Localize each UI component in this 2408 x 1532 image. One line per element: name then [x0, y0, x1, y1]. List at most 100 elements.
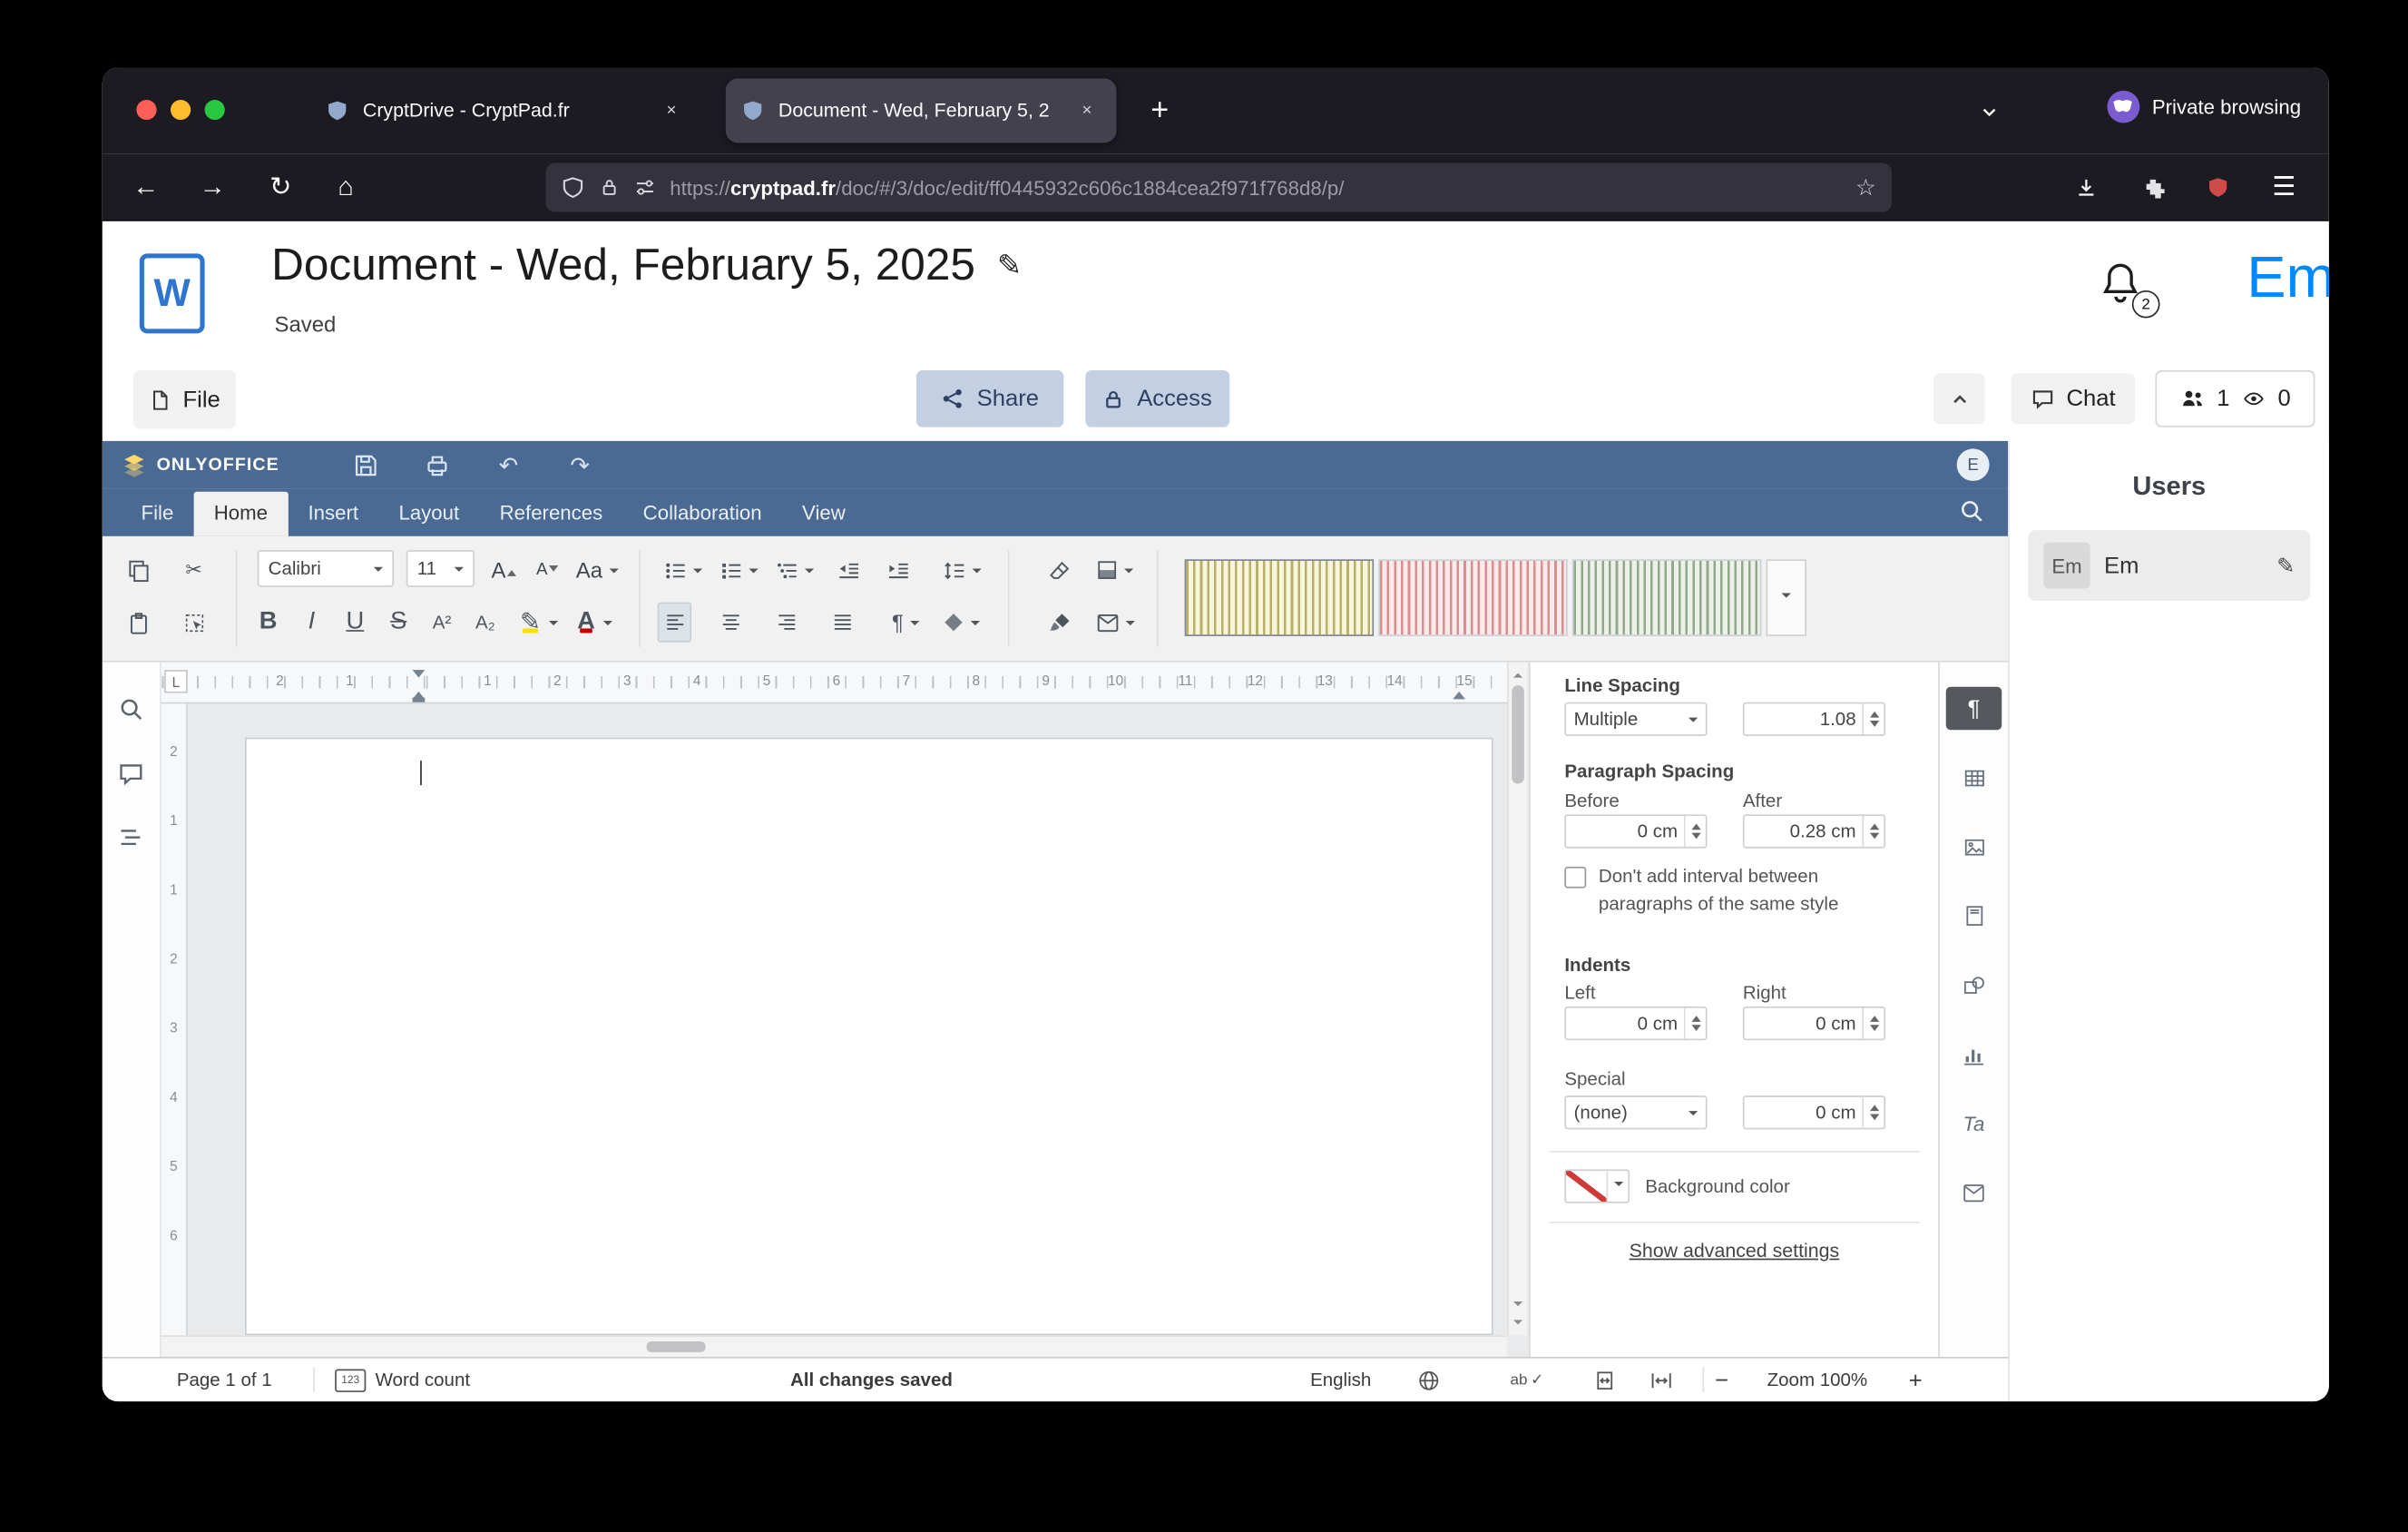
find-icon[interactable] — [114, 692, 149, 725]
chart-settings-icon[interactable] — [1946, 1033, 2002, 1075]
set-language-globe-icon[interactable] — [1417, 1359, 1441, 1401]
show-advanced-settings-link[interactable]: Show advanced settings — [1531, 1240, 1938, 1262]
undo-button[interactable]: ↶ — [490, 447, 527, 485]
indent-right-spinner[interactable]: 0 cm — [1743, 1007, 1885, 1040]
permissions-icon[interactable] — [634, 177, 656, 199]
style-preview-2[interactable] — [1378, 559, 1567, 636]
redo-button[interactable]: ↷ — [562, 447, 599, 485]
spinner-arrows[interactable] — [1862, 816, 1884, 847]
minimize-window-button[interactable] — [171, 100, 191, 120]
page-indicator[interactable]: Page 1 of 1 — [177, 1359, 272, 1401]
style-preview-1[interactable] — [1185, 559, 1374, 636]
account-avatar[interactable]: Em — [2246, 246, 2329, 312]
new-tab-button[interactable]: + — [1138, 89, 1181, 132]
zoom-in-button[interactable]: + — [1909, 1359, 1923, 1401]
cut-button[interactable]: ✂ — [177, 550, 211, 590]
mail-merge-button[interactable] — [1091, 603, 1138, 643]
spinner-arrows[interactable] — [1684, 816, 1706, 847]
reload-button[interactable]: ↻ — [258, 164, 304, 211]
back-button[interactable]: ← — [122, 164, 169, 211]
change-case-button[interactable]: Aa — [573, 550, 620, 590]
increase-indent-button[interactable] — [881, 550, 915, 590]
print-button[interactable] — [418, 447, 455, 485]
no-interval-checkbox[interactable] — [1564, 867, 1586, 889]
font-color-button[interactable]: A — [571, 603, 617, 643]
menu-references[interactable]: References — [479, 492, 622, 536]
document-page[interactable] — [245, 738, 1493, 1336]
bookmark-star-icon[interactable]: ☆ — [1855, 173, 1876, 201]
first-line-indent-marker[interactable] — [413, 670, 426, 683]
extensions-icon[interactable] — [2129, 164, 2175, 211]
paragraph-settings-icon[interactable]: ¶ — [1946, 687, 2002, 730]
spacing-after-spinner[interactable]: 0.28 cm — [1743, 814, 1885, 848]
navigation-icon[interactable] — [114, 820, 149, 854]
vertical-scrollbar[interactable] — [1507, 663, 1527, 1336]
spinner-arrows[interactable] — [1862, 703, 1884, 734]
close-tab-icon[interactable]: × — [658, 97, 686, 124]
scroll-up-arrow[interactable] — [1513, 668, 1522, 677]
paste-button[interactable] — [121, 603, 155, 643]
styles-gallery-expand-button[interactable] — [1766, 559, 1806, 636]
downloads-icon[interactable] — [2062, 164, 2109, 211]
line-spacing-amount-spinner[interactable]: 1.08 — [1743, 702, 1885, 736]
numbered-list-button[interactable] — [717, 550, 760, 590]
font-size-select[interactable]: 11 — [406, 550, 475, 587]
horizontal-ruler[interactable]: L 21 123456789101112131415 — [162, 663, 1507, 704]
spinner-arrows[interactable] — [1862, 1008, 1884, 1039]
word-count-button[interactable]: 123 Word count — [335, 1359, 470, 1401]
right-indent-marker[interactable] — [1453, 685, 1465, 699]
rename-pencil-icon[interactable]: ✎ — [997, 249, 1022, 284]
shape-settings-icon[interactable] — [1946, 964, 2002, 1007]
editor-user-avatar[interactable]: E — [1957, 448, 1990, 481]
participants-button[interactable]: 1 0 — [2155, 370, 2315, 427]
left-margin-marker[interactable] — [413, 698, 426, 702]
bold-button[interactable]: B — [251, 603, 286, 643]
app-menu-icon[interactable]: ☰ — [2261, 164, 2307, 211]
align-right-button[interactable] — [769, 603, 804, 643]
paragraph-shading-button[interactable] — [940, 603, 984, 643]
notifications-bell-icon[interactable]: 2 — [2100, 261, 2149, 314]
mail-merge-settings-icon[interactable] — [1946, 1171, 2002, 1213]
tracking-shield-icon[interactable] — [562, 176, 585, 199]
maximize-window-button[interactable] — [205, 100, 225, 120]
horizontal-scroll-thumb[interactable] — [647, 1341, 706, 1352]
align-left-button[interactable] — [658, 603, 692, 643]
tab-selector[interactable]: L — [164, 670, 188, 692]
lock-icon[interactable] — [599, 177, 621, 199]
zoom-level[interactable]: Zoom 100% — [1767, 1359, 1868, 1401]
clear-style-button[interactable] — [1042, 550, 1076, 590]
table-settings-icon[interactable] — [1946, 756, 2002, 799]
increase-font-button[interactable]: A — [487, 550, 522, 590]
line-spacing-button[interactable] — [940, 550, 984, 590]
ublock-icon[interactable] — [2194, 164, 2240, 211]
tab-document[interactable]: Document - Wed, February 5, 2 × — [726, 78, 1117, 142]
text-art-settings-icon[interactable]: Ta — [1946, 1102, 2002, 1144]
list-tabs-chevron-icon[interactable] — [1969, 93, 2009, 133]
decrease-indent-button[interactable] — [831, 550, 866, 590]
special-select[interactable]: (none) — [1564, 1095, 1707, 1129]
edit-name-pencil-icon[interactable]: ✎ — [2276, 553, 2295, 579]
menu-insert[interactable]: Insert — [288, 492, 378, 536]
user-list-item[interactable]: Em Em ✎ — [2028, 530, 2310, 601]
decrease-font-button[interactable]: A — [530, 550, 564, 590]
indent-left-spinner[interactable]: 0 cm — [1564, 1007, 1707, 1040]
superscript-button[interactable]: A² — [425, 603, 459, 643]
background-color-picker[interactable] — [1564, 1169, 1630, 1203]
save-button[interactable] — [347, 447, 385, 485]
subscript-button[interactable]: A₂ — [468, 603, 503, 643]
scroll-down-arrow[interactable] — [1513, 1320, 1522, 1329]
vertical-ruler[interactable]: 21123456 — [162, 703, 188, 1335]
document-canvas[interactable]: L 21 123456789101112131415 21123456 — [162, 663, 1507, 1336]
forward-button[interactable]: → — [189, 164, 235, 211]
select-all-button[interactable] — [177, 603, 211, 643]
strikethrough-button[interactable]: S — [381, 603, 416, 643]
bullet-list-button[interactable] — [661, 550, 704, 590]
copy-style-button[interactable] — [1042, 603, 1076, 643]
tab-cryptdrive[interactable]: CryptDrive - CryptPad.fr × — [310, 78, 701, 142]
copy-button[interactable] — [121, 550, 155, 590]
collapse-toolbar-button[interactable] — [1933, 373, 1984, 424]
zoom-out-button[interactable]: − — [1715, 1359, 1728, 1401]
interface-shading-button[interactable] — [1091, 550, 1138, 590]
file-menu-button[interactable]: File — [133, 370, 236, 428]
vertical-scroll-thumb[interactable] — [1512, 685, 1524, 783]
